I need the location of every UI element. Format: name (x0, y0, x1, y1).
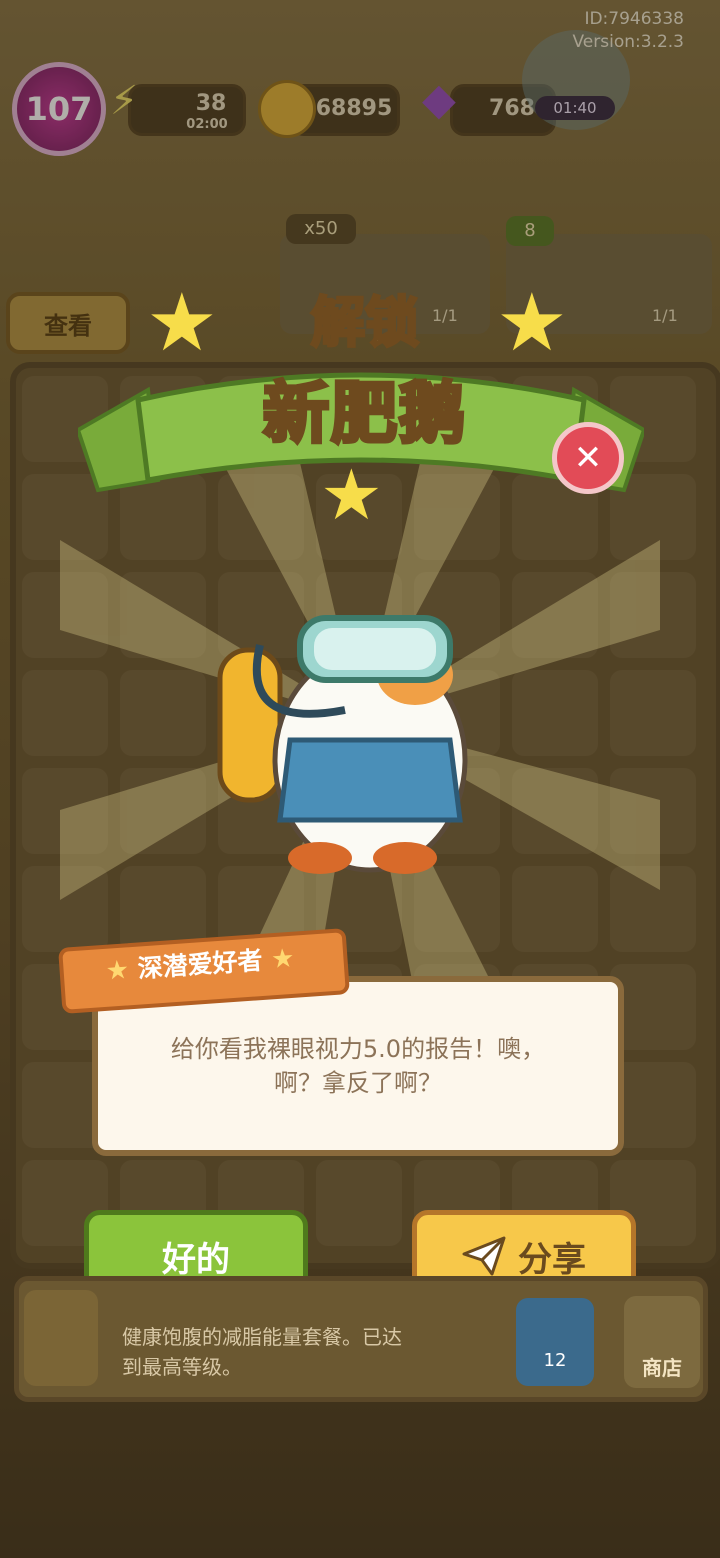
description-line: 到最高等级。 (122, 1355, 242, 1379)
dialog-text: 给你看我裸眼视力5.0的报告！噢， 啊？拿反了啊？ (122, 1032, 594, 1100)
star-icon: ★ (146, 276, 218, 369)
shop-label: 商店 (642, 1356, 682, 1380)
diver-goose-character (217, 615, 468, 874)
dialog-line: 给你看我裸眼视力5.0的报告！噢， (170, 1035, 546, 1063)
close-icon[interactable]: ✕ (552, 422, 624, 494)
star-icon: ★ (270, 943, 296, 975)
character-name-label: 深潜爱好者 (136, 945, 264, 984)
ok-button-label: 好的 (162, 1239, 230, 1280)
banner-title-line1: 解锁 (310, 289, 421, 356)
exit-icon[interactable] (24, 1290, 98, 1386)
dialog-line: 啊？拿反了啊？ (274, 1069, 442, 1097)
star-icon: ★ (496, 276, 568, 369)
star-icon: ★ (320, 454, 383, 536)
item-description: 健康饱腹的减脂能量套餐。已达 到最高等级。 (122, 1322, 522, 1382)
star-icon: ★ (104, 955, 131, 987)
description-line: 健康饱腹的减脂能量套餐。已达 (122, 1325, 402, 1349)
coin-slot[interactable] (516, 1298, 594, 1386)
banner-title-line2: 新肥鹅 (261, 372, 467, 454)
coin-slot-count: 12 (543, 1350, 567, 1371)
paper-plane-icon (462, 1236, 506, 1276)
share-button-label: 分享 (518, 1239, 586, 1280)
